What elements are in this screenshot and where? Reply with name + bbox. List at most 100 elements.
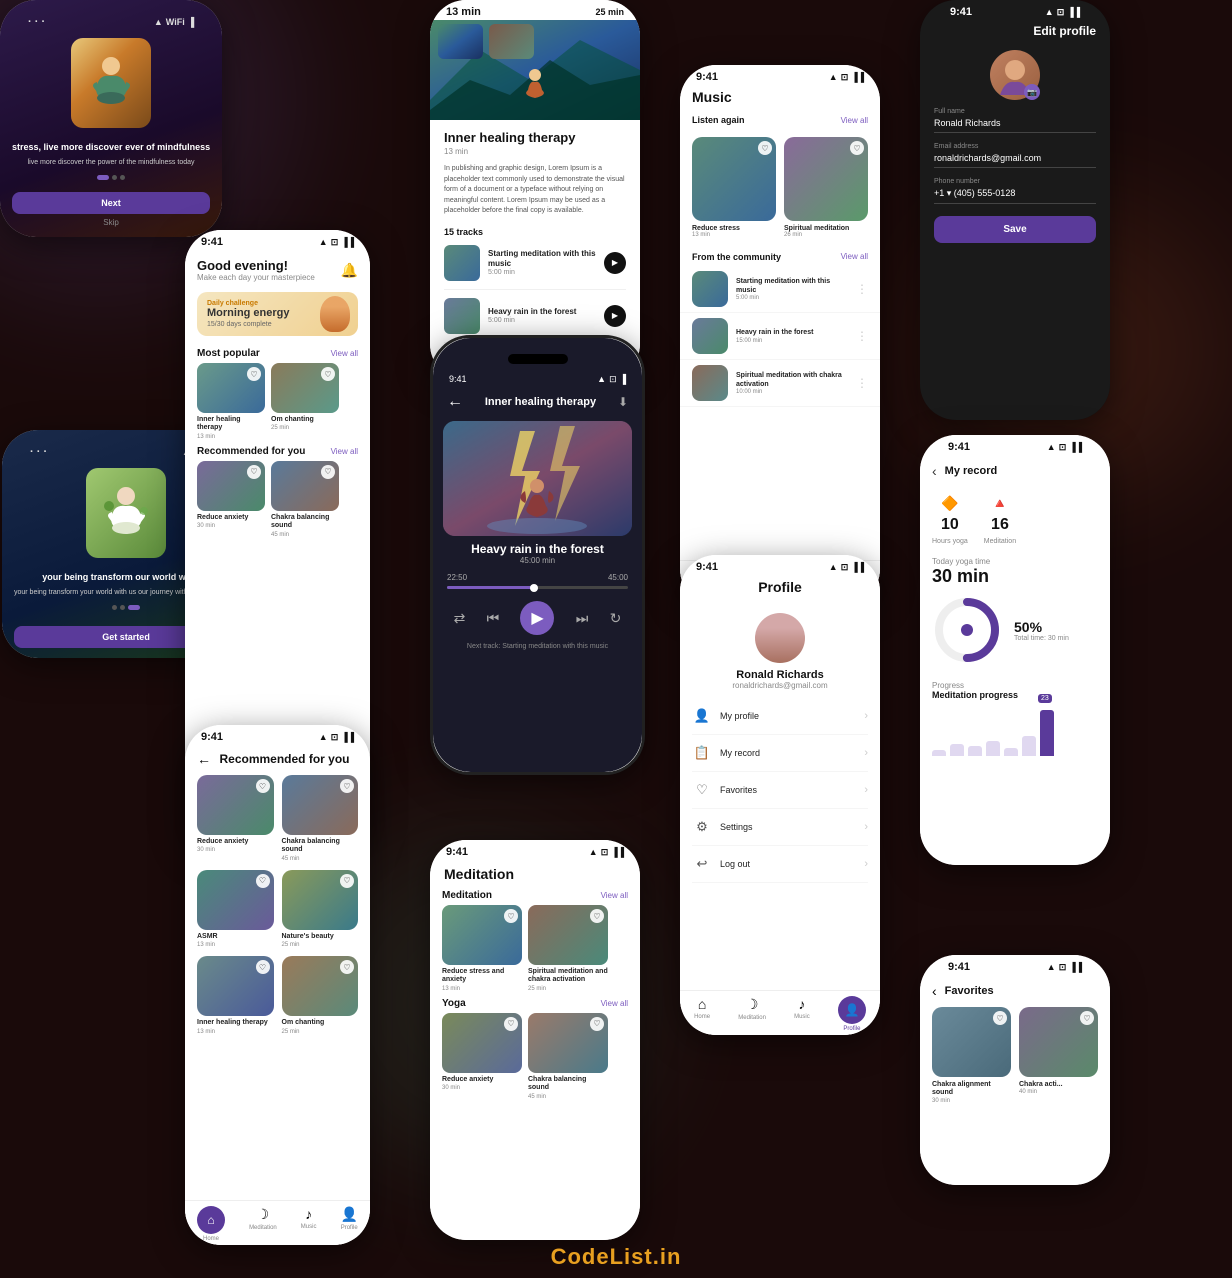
field-value-name[interactable]: Ronald Richards xyxy=(934,118,1096,133)
back-arrow[interactable]: ← xyxy=(197,751,211,767)
profile-nav-profile[interactable]: 👤 Profile xyxy=(838,996,866,1032)
fav-card-2[interactable]: ♡ Chakra acti... 40 min xyxy=(1019,1007,1098,1104)
listen-view-all[interactable]: View all xyxy=(841,116,868,125)
rec-title-2: Chakra balancing sound xyxy=(271,514,339,531)
community-item-1[interactable]: Starting meditation with this music 5:00… xyxy=(680,266,880,313)
yoga-title-2: Chakra balancing sound xyxy=(528,1076,608,1093)
med-fav-2[interactable]: ♡ xyxy=(590,909,604,923)
profile-nav-music[interactable]: ♪ Music xyxy=(794,996,810,1032)
detail-hero xyxy=(430,20,640,120)
yoga-card-2[interactable]: ♡ Chakra balancing sound 45 min xyxy=(528,1013,608,1100)
community-item-3[interactable]: Spiritual meditation with chakra activat… xyxy=(680,360,880,407)
fav-grid-3[interactable]: ♡ xyxy=(256,874,270,888)
menu-my-record[interactable]: 📋 My record › xyxy=(692,735,868,772)
popular-card-2[interactable]: ♡ Om chanting 25 min xyxy=(271,363,339,440)
rec-grid-item-5[interactable]: ♡ Inner healing therapy 13 min xyxy=(197,956,274,1034)
rec-nav-music[interactable]: ♪ Music xyxy=(301,1206,317,1242)
fav-back[interactable]: ‹ xyxy=(932,983,937,999)
fav-btn-3[interactable]: ♡ xyxy=(247,465,261,479)
recommended-cards: ♡ Reduce anxiety 30 min ♡ Chakra balanci… xyxy=(185,461,370,538)
med-card-1[interactable]: ♡ Reduce stress and anxiety 13 min xyxy=(442,905,522,992)
menu-logout[interactable]: ↩ Log out › xyxy=(692,846,868,883)
fav-btn-1[interactable]: ♡ xyxy=(247,367,261,381)
rec-card-1[interactable]: ♡ Reduce anxiety 30 min xyxy=(197,461,265,538)
menu-settings[interactable]: ⚙ Settings › xyxy=(692,809,868,846)
most-popular-view-all[interactable]: View all xyxy=(331,349,358,358)
challenge-card[interactable]: Daily challenge Morning energy 15/30 day… xyxy=(197,292,358,336)
field-value-phone[interactable]: +1 ▾ (405) 555-0128 xyxy=(934,188,1096,204)
community-item-2[interactable]: Heavy rain in the forest 15:00 min ⋮ xyxy=(680,313,880,360)
more-icon-3[interactable]: ⋮ xyxy=(856,376,868,390)
rec-nav-med[interactable]: ☽ Meditation xyxy=(249,1206,277,1242)
next-icon[interactable]: ⏭ xyxy=(576,610,589,627)
rec-nav-profile[interactable]: 👤 Profile xyxy=(341,1206,358,1242)
fav-btn-2[interactable]: ♡ xyxy=(321,367,335,381)
popular-card-1[interactable]: ♡ Inner healing therapy 13 min xyxy=(197,363,265,440)
field-value-email[interactable]: ronaldrichards@gmail.com xyxy=(934,153,1096,168)
fav-btn-4[interactable]: ♡ xyxy=(321,465,335,479)
player-back-arrow[interactable]: ← xyxy=(447,393,463,411)
rec-card-2[interactable]: ♡ Chakra balancing sound 45 min xyxy=(271,461,339,538)
track-dur-1: 5:00 min xyxy=(488,269,596,276)
shuffle-icon[interactable]: ⇄ xyxy=(454,610,466,627)
stat-yoga: 🔶 10 Hours yoga xyxy=(932,495,968,545)
dot-1 xyxy=(97,175,109,180)
menu-favorites[interactable]: ♡ Favorites › xyxy=(692,772,868,809)
fav-card-1[interactable]: ♡ Chakra alignment sound 30 min xyxy=(932,1007,1011,1104)
music-card-1[interactable]: ♡ Reduce stress 13 min xyxy=(692,137,776,238)
recommended-view-all[interactable]: View all xyxy=(331,447,358,456)
edit-camera-icon[interactable]: 📷 xyxy=(1024,84,1040,100)
download-icon[interactable]: ⬇ xyxy=(618,395,628,409)
community-title-1: Starting meditation with this music xyxy=(736,277,848,295)
play-btn-1[interactable]: ▶ xyxy=(604,252,626,274)
play-pause-button[interactable]: ▶ xyxy=(520,601,554,635)
repeat-icon[interactable]: ↻ xyxy=(610,610,622,627)
fav-heart-2[interactable]: ♡ xyxy=(1080,1011,1094,1025)
fav-grid-2[interactable]: ♡ xyxy=(340,779,354,793)
med-card-2[interactable]: ♡ Spiritual meditation and chakra activa… xyxy=(528,905,608,992)
fav-grid-5[interactable]: ♡ xyxy=(256,960,270,974)
menu-left-logout: ↩ Log out xyxy=(692,856,750,872)
med-view-all[interactable]: View all xyxy=(601,891,628,900)
next-button[interactable]: Next xyxy=(12,192,210,214)
fav-grid-4[interactable]: ♡ xyxy=(340,874,354,888)
music-fav-2[interactable]: ♡ xyxy=(850,141,864,155)
progress-track[interactable] xyxy=(447,586,628,589)
rec-grid-item-2[interactable]: ♡ Chakra balancing sound 45 min xyxy=(282,775,359,862)
notification-icon[interactable]: 🔔 xyxy=(341,262,358,279)
fav-card-dur-1: 30 min xyxy=(932,1098,1011,1104)
profile-nav-home[interactable]: ⌂ Home xyxy=(694,996,710,1032)
yoga-fav-2[interactable]: ♡ xyxy=(590,1017,604,1031)
my-record-icon: 📋 xyxy=(692,745,712,761)
fav-grid-6[interactable]: ♡ xyxy=(340,960,354,974)
yoga-view-all[interactable]: View all xyxy=(601,999,628,1008)
med-fav-1[interactable]: ♡ xyxy=(504,909,518,923)
music-fav-1[interactable]: ♡ xyxy=(758,141,772,155)
rec-grid-item-6[interactable]: ♡ Om chanting 25 min xyxy=(282,956,359,1034)
music-card-2[interactable]: ♡ Spiritual meditation 26 min xyxy=(784,137,868,238)
edit-time: 9:41 xyxy=(950,6,972,18)
record-header: ‹ My record xyxy=(932,455,1098,487)
menu-my-profile[interactable]: 👤 My profile › xyxy=(692,698,868,735)
skip-button[interactable]: Skip xyxy=(103,218,119,227)
prev-icon[interactable]: ⏮ xyxy=(487,610,500,627)
edit-status-icons: ▲⊡▐▐ xyxy=(1045,7,1080,18)
more-icon-2[interactable]: ⋮ xyxy=(856,329,868,343)
track-item-1[interactable]: Starting meditation with this music 5:00… xyxy=(444,237,626,290)
rec-nav-home[interactable]: ⌂ Home xyxy=(197,1206,225,1242)
fav-grid-1[interactable]: ♡ xyxy=(256,779,270,793)
yoga-fav-1[interactable]: ♡ xyxy=(504,1017,518,1031)
rec-grid-item-3[interactable]: ♡ ASMR 13 min xyxy=(197,870,274,948)
fav-heart-1[interactable]: ♡ xyxy=(993,1011,1007,1025)
status-bar-edit: 9:41 ▲⊡▐▐ xyxy=(934,0,1096,20)
profile-nav-med[interactable]: ☽ Meditation xyxy=(738,996,766,1032)
record-back[interactable]: ‹ xyxy=(932,463,937,479)
community-view-all[interactable]: View all xyxy=(841,252,868,262)
play-btn-2[interactable]: ▶ xyxy=(604,305,626,327)
rec-grid-item-4[interactable]: ♡ Nature's beauty 25 min xyxy=(282,870,359,948)
save-button[interactable]: Save xyxy=(934,216,1096,243)
more-icon-1[interactable]: ⋮ xyxy=(856,282,868,296)
rec-grid-item-1[interactable]: ♡ Reduce anxiety 30 min xyxy=(197,775,274,862)
p-nav-music-label: Music xyxy=(794,1014,810,1020)
yoga-card-1[interactable]: ♡ Reduce anxiety 30 min xyxy=(442,1013,522,1100)
